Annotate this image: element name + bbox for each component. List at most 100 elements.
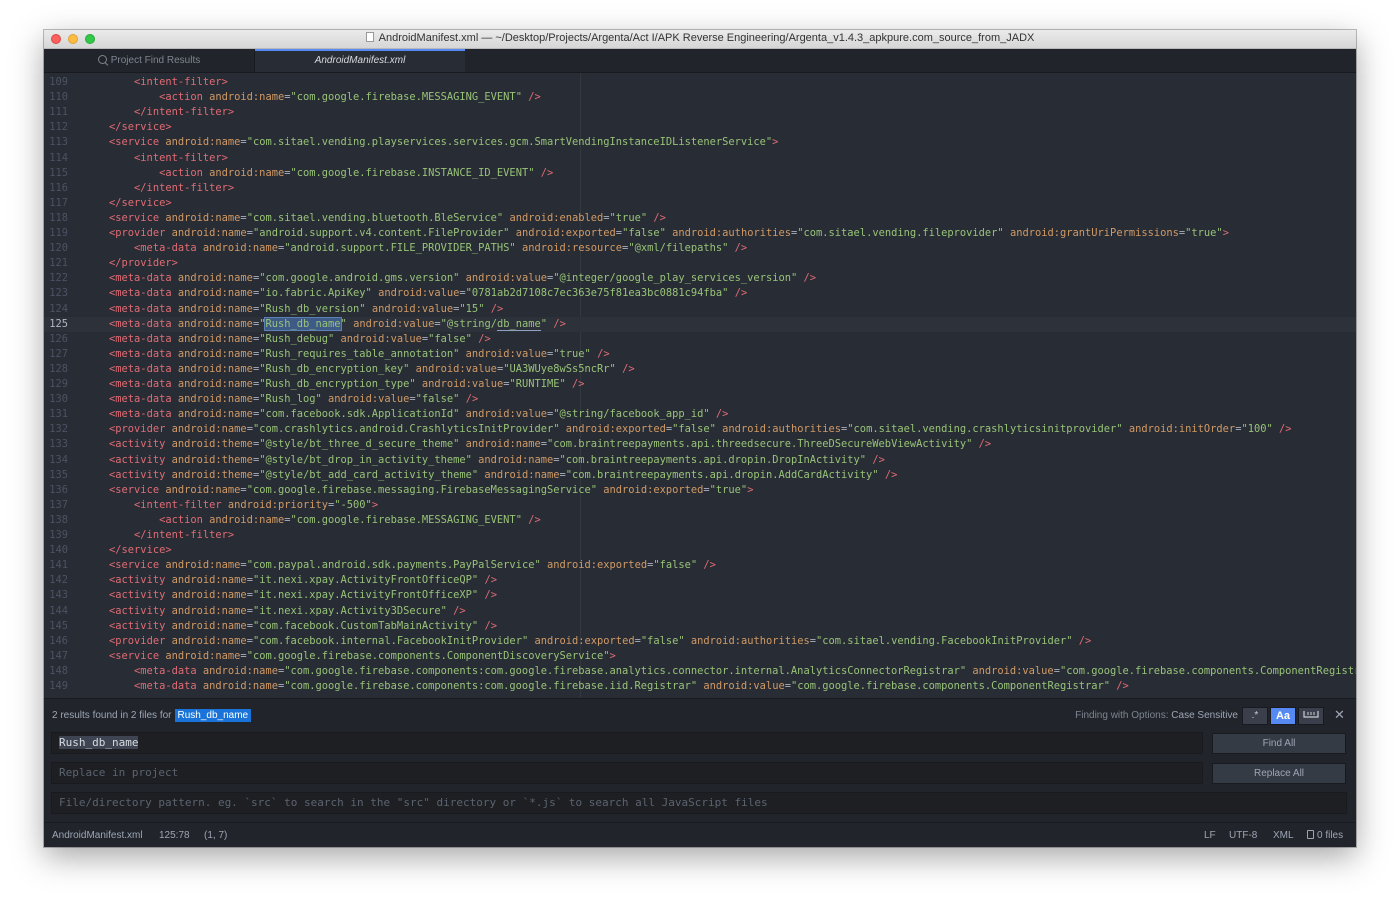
code-line[interactable]: 149 <meta-data android:name="com.google.… [44,679,1356,694]
regex-toggle[interactable]: .* [1242,707,1268,725]
status-grammar[interactable]: XML [1273,823,1294,847]
window-title: AndroidManifest.xml — ~/Desktop/Projects… [44,32,1356,44]
code-line[interactable]: 122 <meta-data android:name="com.google.… [44,271,1356,286]
line-number: 144 [49,604,68,617]
line-number: 137 [49,498,68,511]
line-number: 134 [49,453,68,466]
code-line[interactable]: 110 <action android:name="com.google.fir… [44,90,1356,105]
code-line[interactable]: 117 </service> [44,196,1356,211]
line-number: 123 [49,287,68,300]
code-line[interactable]: 118 <service android:name="com.sitael.ve… [44,211,1356,226]
code-text: <meta-data android:name="Rush_db_encrypt… [109,378,585,390]
code-line[interactable]: 144 <activity android:name="it.nexi.xpay… [44,604,1356,619]
code-text: <intent-filter> [134,76,228,88]
find-panel: 2 results found in 2 files for Rush_db_na… [44,698,1356,822]
code-line[interactable]: 124 <meta-data android:name="Rush_db_ver… [44,302,1356,317]
status-cursor[interactable]: 125:78 [159,823,190,847]
code-line[interactable]: 123 <meta-data android:name="io.fabric.A… [44,286,1356,301]
line-number: 149 [49,680,68,692]
code-line[interactable]: 128 <meta-data android:name="Rush_db_enc… [44,362,1356,377]
code-line[interactable]: 148 <meta-data android:name="com.google.… [44,664,1356,679]
path-pattern-input[interactable]: File/directory pattern. eg. `src` to sea… [51,792,1347,814]
code-line[interactable]: 114 <intent-filter> [44,151,1356,166]
code-line[interactable]: 147 <service android:name="com.google.fi… [44,649,1356,664]
whole-word-toggle[interactable] [1298,707,1324,725]
find-options-label: Finding with Options: [1075,710,1169,721]
find-options-value: Case Sensitive [1171,710,1238,721]
status-line-ending[interactable]: LF [1204,823,1216,847]
line-number: 130 [49,393,68,406]
line-number: 129 [49,378,68,390]
line-number: 122 [49,272,68,285]
code-line[interactable]: 133 <activity android:theme="@style/bt_t… [44,437,1356,452]
status-files[interactable]: 0 files [1307,823,1343,847]
code-line[interactable]: 143 <activity android:name="it.nexi.xpay… [44,588,1356,603]
code-line[interactable]: 119 <provider android:name="android.supp… [44,226,1356,241]
code-line[interactable]: 115 <action android:name="com.google.fir… [44,166,1356,181]
code-line[interactable]: 112 </service> [44,120,1356,135]
whole-word-icon [1303,711,1319,718]
line-number: 112 [49,121,68,134]
tab-project-find-results[interactable]: Project Find Results [44,49,255,72]
status-encoding[interactable]: UTF-8 [1229,823,1257,847]
window-title-text: AndroidManifest.xml — ~/Desktop/Projects… [378,32,1035,44]
status-file[interactable]: AndroidManifest.xml [52,823,143,847]
find-summary-text: 2 results found in 2 files for [52,710,172,721]
code-line[interactable]: 121 </provider> [44,256,1356,271]
line-number: 128 [49,362,68,375]
code-line[interactable]: 113 <service android:name="com.sitael.ve… [44,135,1356,150]
code-line[interactable]: 116 </intent-filter> [44,181,1356,196]
find-summary: 2 results found in 2 files for Rush_db_na… [52,709,252,722]
find-input[interactable]: Rush_db_name [51,732,1203,754]
code-text: <service android:name="com.google.fireba… [109,483,754,496]
clipboard-icon [1307,830,1314,839]
tab-label: Project Find Results [110,55,201,66]
code-line[interactable]: 135 <activity android:theme="@style/bt_a… [44,468,1356,483]
code-line[interactable]: 130 <meta-data android:name="Rush_log" a… [44,392,1356,407]
line-number: 113 [49,136,68,149]
line-number: 111 [49,106,68,119]
code-text: <meta-data android:name="Rush_requires_t… [109,347,610,360]
code-line[interactable]: 126 <meta-data android:name="Rush_debug"… [44,332,1356,347]
code-line[interactable]: 138 <action android:name="com.google.fir… [44,513,1356,528]
code-line[interactable]: 140 </service> [44,543,1356,558]
code-line[interactable]: 137 <intent-filter android:priority="-50… [44,498,1356,513]
line-number: 117 [49,196,68,209]
code-text: <meta-data android:name="Rush_db_encrypt… [109,362,635,375]
code-line[interactable]: 145 <activity android:name="com.facebook… [44,619,1356,634]
code-text: <provider android:name="com.facebook.int… [109,634,1092,647]
code-line[interactable]: 142 <activity android:name="it.nexi.xpay… [44,573,1356,588]
find-all-button[interactable]: Find All [1212,733,1346,754]
replace-input[interactable]: Replace in project [51,762,1203,784]
line-number: 125 [49,317,68,330]
code-text: <meta-data android:name="Rush_debug" and… [109,332,491,345]
code-text: <activity android:theme="@style/bt_drop_… [109,453,885,466]
code-line[interactable]: 125 <meta-data android:name="Rush_db_nam… [44,316,1356,332]
code-line[interactable]: 146 <provider android:name="com.facebook… [44,634,1356,649]
line-number: 140 [49,544,68,557]
code-text: <provider android:name="com.crashlytics.… [109,423,1292,436]
close-icon[interactable]: ✕ [1334,708,1345,722]
code-line[interactable]: 127 <meta-data android:name="Rush_requir… [44,347,1356,362]
code-line[interactable]: 111 </intent-filter> [44,105,1356,120]
code-editor[interactable]: 109 <intent-filter> 110 <action android:n… [44,73,1356,698]
case-sensitive-toggle[interactable]: Aa [1270,707,1296,725]
code-line[interactable]: 132 <provider android:name="com.crashlyt… [44,422,1356,437]
code-line[interactable]: 109 <intent-filter> [44,75,1356,90]
tab-android-manifest[interactable]: AndroidManifest.xml [255,49,465,72]
line-number: 132 [49,423,68,436]
code-text: <meta-data android:name="Rush_log" andro… [109,393,479,406]
code-line[interactable]: 139 </intent-filter> [44,528,1356,543]
code-line[interactable]: 120 <meta-data android:name="android.sup… [44,241,1356,256]
code-text: <activity android:name="it.nexi.xpay.Act… [109,589,497,602]
code-line[interactable]: 136 <service android:name="com.google.fi… [44,483,1356,498]
code-line[interactable]: 141 <service android:name="com.paypal.an… [44,558,1356,573]
line-number: 139 [49,529,68,541]
replace-all-button[interactable]: Replace All [1212,763,1346,784]
code-line[interactable]: 131 <meta-data android:name="com.faceboo… [44,407,1356,422]
code-line[interactable]: 134 <activity android:theme="@style/bt_d… [44,453,1356,468]
line-number: 126 [49,332,68,345]
line-number: 115 [49,166,68,179]
code-text: </intent-filter> [134,106,235,119]
code-line[interactable]: 129 <meta-data android:name="Rush_db_enc… [44,377,1356,392]
